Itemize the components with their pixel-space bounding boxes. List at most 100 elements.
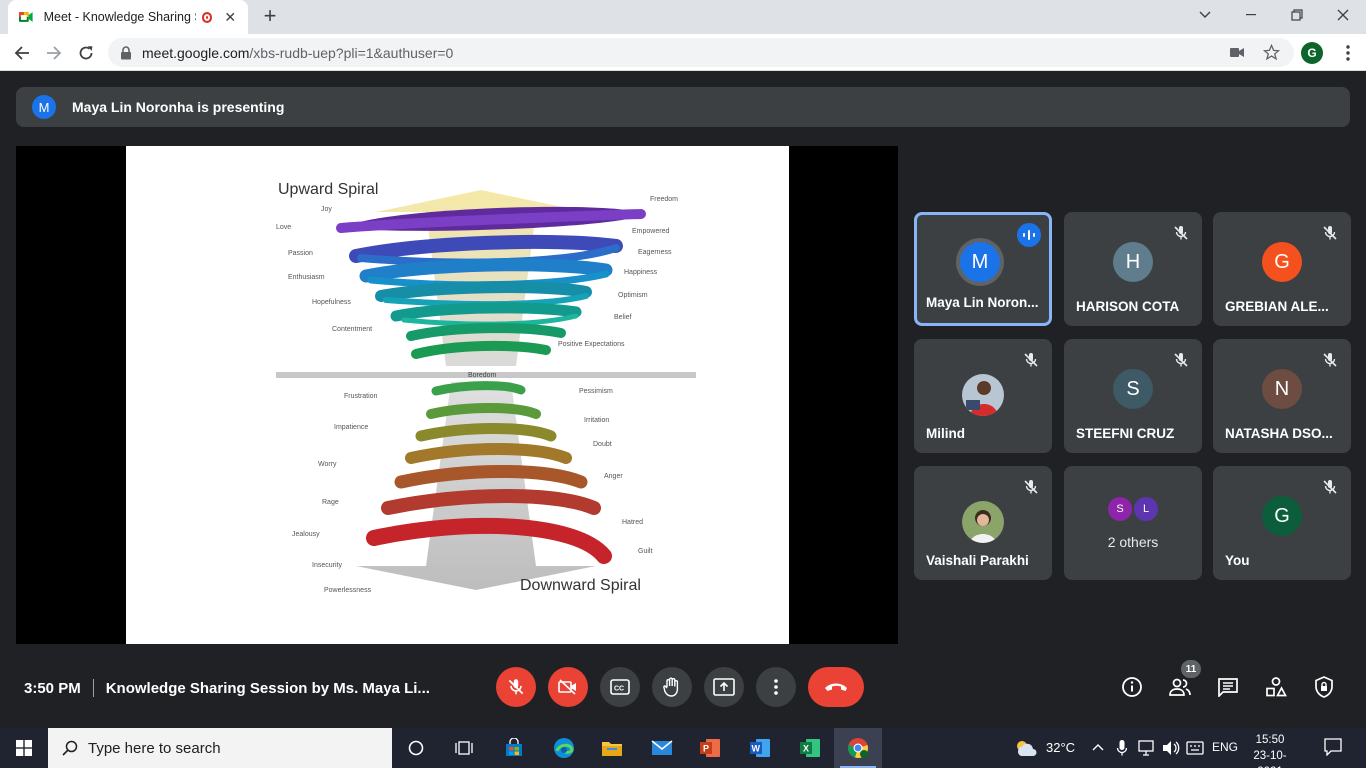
meeting-info: 3:50 PM Knowledge Sharing Session by Ms.… xyxy=(24,677,430,699)
emotion-label: Passion xyxy=(288,250,313,257)
camera-toggle-button[interactable] xyxy=(548,667,588,707)
captions-button[interactable]: CC xyxy=(600,667,640,707)
participant-tile[interactable]: N NATASHA DSO... xyxy=(1213,339,1351,453)
edge-browser-icon[interactable] xyxy=(540,728,588,768)
emotion-label: Impatience xyxy=(334,424,368,431)
divider xyxy=(92,679,94,697)
address-bar[interactable]: meet.google.com/xbs-rudb-uep?pli=1&authu… xyxy=(108,38,1294,67)
tab-meet[interactable]: Meet - Knowledge Sharing S ✕ xyxy=(8,0,248,34)
close-window-button[interactable] xyxy=(1320,0,1366,30)
emotion-label: Frustration xyxy=(344,393,378,400)
volume-icon[interactable] xyxy=(1162,740,1180,756)
emotion-label: Guilt xyxy=(638,548,652,555)
participant-avatar: S xyxy=(1113,369,1153,409)
others-tile[interactable]: S L 2 others xyxy=(1064,466,1202,580)
slide-title-upward: Upward Spiral xyxy=(278,181,378,198)
emotion-label: Hatred xyxy=(622,519,643,526)
weather-icon[interactable] xyxy=(1014,738,1038,758)
emotion-label: Hopefulness xyxy=(312,299,351,306)
meeting-details-button[interactable] xyxy=(1119,674,1145,700)
emotion-label: Optimism xyxy=(618,292,648,299)
participant-name: STEEFNI CRUZ xyxy=(1076,426,1175,441)
host-controls-button[interactable] xyxy=(1311,674,1337,700)
powerpoint-icon[interactable]: P xyxy=(686,728,734,768)
mic-off-icon xyxy=(1323,226,1337,240)
more-options-button[interactable] xyxy=(756,667,796,707)
clock-date: 23-10-2021 xyxy=(1253,750,1287,768)
mic-off-icon xyxy=(1024,480,1038,494)
participant-tile[interactable]: H HARISON COTA xyxy=(1064,212,1202,326)
tab-title: Meet - Knowledge Sharing S xyxy=(43,10,196,24)
emotion-label: Anger xyxy=(604,473,623,480)
cortana-icon[interactable] xyxy=(392,728,440,768)
back-arrow-icon[interactable] xyxy=(8,39,36,67)
participant-tile[interactable]: G GREBIAN ALE... xyxy=(1213,212,1351,326)
taskbar-clock[interactable]: 15:50 23-10-2021 xyxy=(1246,732,1294,768)
emotion-label: Pessimism xyxy=(579,388,613,395)
taskbar-search-box[interactable]: Type here to search xyxy=(48,728,392,768)
meeting-title: Knowledge Sharing Session by Ms. Maya Li… xyxy=(105,679,430,697)
temperature-text[interactable]: 32°C xyxy=(1046,740,1075,755)
emotion-label: Contentment xyxy=(332,326,372,333)
participant-photo xyxy=(962,374,1004,416)
mic-off-icon xyxy=(1174,226,1188,240)
keyboard-icon[interactable] xyxy=(1186,741,1204,755)
file-explorer-icon[interactable] xyxy=(588,728,636,768)
self-tile[interactable]: G You xyxy=(1213,466,1351,580)
word-icon[interactable]: W xyxy=(736,728,784,768)
task-view-icon[interactable] xyxy=(440,728,488,768)
emotion-label: Belief xyxy=(614,314,632,321)
mic-off-icon xyxy=(1323,480,1337,494)
bookmark-star-icon[interactable] xyxy=(1263,44,1280,61)
clock-time: 15:50 xyxy=(1255,734,1285,746)
restore-button[interactable] xyxy=(1274,0,1320,30)
present-now-button[interactable] xyxy=(704,667,744,707)
chevron-up-icon[interactable] xyxy=(1092,743,1104,751)
start-button[interactable] xyxy=(0,728,48,768)
profile-avatar[interactable]: G xyxy=(1301,42,1323,64)
mic-toggle-button[interactable] xyxy=(496,667,536,707)
mic-off-icon xyxy=(508,679,524,695)
emotion-label: Worry xyxy=(318,461,337,468)
search-placeholder: Type here to search xyxy=(88,739,221,757)
people-icon xyxy=(1169,678,1191,696)
raise-hand-button[interactable] xyxy=(652,667,692,707)
chat-button[interactable] xyxy=(1215,674,1241,700)
captions-icon: CC xyxy=(610,679,630,695)
reload-icon[interactable] xyxy=(72,39,100,67)
participant-tile[interactable]: M Maya Lin Noron... xyxy=(914,212,1052,326)
microsoft-store-icon[interactable] xyxy=(490,728,538,768)
more-vert-icon xyxy=(774,679,778,695)
divider-label: Boredom xyxy=(468,372,497,379)
participant-tile[interactable]: S STEEFNI CRUZ xyxy=(1064,339,1202,453)
participant-name: Milind xyxy=(926,426,965,441)
url-host: meet.google.com xyxy=(142,44,250,61)
leave-call-button[interactable] xyxy=(808,667,864,707)
tab-strip: Meet - Knowledge Sharing S ✕ + xyxy=(0,0,1366,34)
chrome-icon[interactable] xyxy=(834,728,882,768)
presenter-avatar: M xyxy=(32,95,56,119)
minimize-button[interactable] xyxy=(1228,0,1274,30)
tab-close-icon[interactable]: ✕ xyxy=(222,9,238,26)
tab-search-chevron-icon[interactable] xyxy=(1182,0,1228,30)
excel-icon[interactable]: X xyxy=(786,728,834,768)
emotion-label: Joy xyxy=(321,206,332,213)
notification-icon[interactable] xyxy=(1324,738,1342,756)
participant-avatar: N xyxy=(1262,369,1302,409)
forward-arrow-icon[interactable] xyxy=(40,39,68,67)
new-tab-button[interactable]: + xyxy=(258,5,282,29)
participant-tile[interactable]: Milind xyxy=(914,339,1052,453)
language-indicator[interactable]: ENG xyxy=(1212,740,1238,754)
presentation-stage: Upward Spiral Downward Spiral Boredom Jo… xyxy=(16,146,898,644)
microphone-icon[interactable] xyxy=(1116,739,1128,757)
emotion-label: Jealousy xyxy=(292,531,320,538)
svg-text:W: W xyxy=(752,744,761,754)
browser-menu-icon[interactable] xyxy=(1338,41,1358,65)
camera-indicator-icon[interactable] xyxy=(1230,47,1244,58)
network-icon[interactable] xyxy=(1138,740,1156,756)
browser-toolbar: meet.google.com/xbs-rudb-uep?pli=1&authu… xyxy=(0,34,1366,71)
activities-button[interactable] xyxy=(1263,674,1289,700)
emotion-label: Irritation xyxy=(584,417,609,424)
mail-icon[interactable] xyxy=(638,728,686,768)
participant-tile[interactable]: Vaishali Parakhi xyxy=(914,466,1052,580)
